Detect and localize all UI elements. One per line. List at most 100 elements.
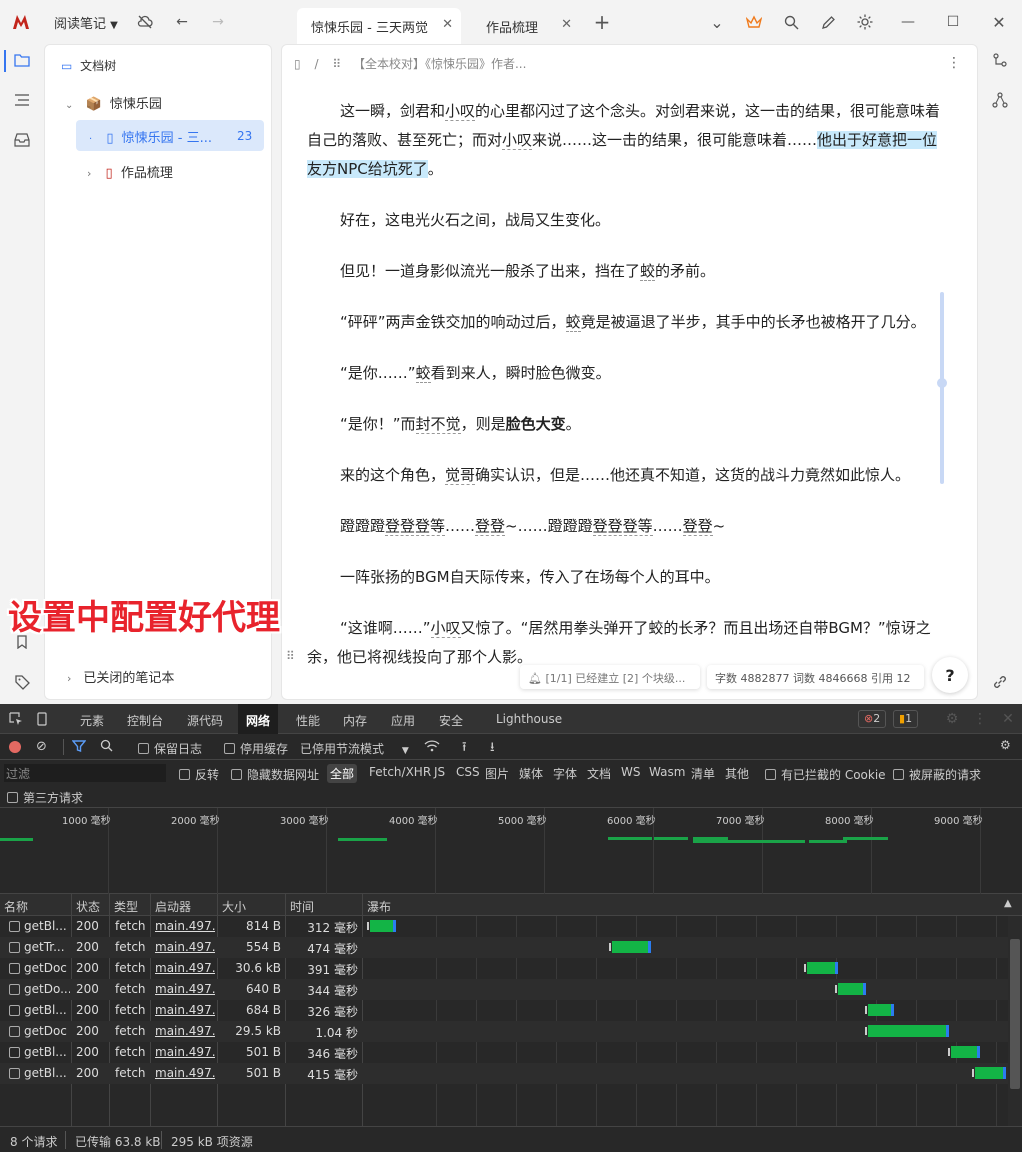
checkbox[interactable] [765, 769, 776, 780]
ref-mark[interactable]: 封不觉 [415, 415, 461, 434]
waterfall-bar[interactable] [838, 983, 866, 995]
notebook-root[interactable]: ⌄ 📦 惊悚乐园 [65, 93, 162, 112]
col-header-name[interactable]: 名称 [4, 898, 28, 915]
checkbox[interactable] [138, 743, 149, 754]
paragraph[interactable]: “是你……”蛟看到来人，瞬时脸色微变。 [307, 359, 952, 388]
ref-mark[interactable]: 登登登等 [385, 517, 446, 536]
maximize-icon[interactable]: ☐ [943, 12, 963, 32]
search-icon[interactable] [100, 739, 113, 755]
row-checkbox[interactable] [9, 942, 20, 953]
col-header-type[interactable]: 类型 [114, 898, 138, 915]
record-icon[interactable] [9, 741, 21, 753]
ref-mark[interactable]: 蛟 [415, 364, 431, 383]
editor-scrollbar[interactable] [940, 292, 944, 484]
more-menu-icon[interactable]: ⋮ [947, 55, 961, 71]
breadcrumb-doc-title[interactable]: 【全本校对】《惊悚乐园》作者... [353, 57, 526, 71]
help-button[interactable]: ? [932, 657, 968, 693]
row-checkbox[interactable] [9, 921, 20, 932]
tab-current-doc[interactable]: 惊悚乐园 - 三天两觉 ✕ [297, 8, 461, 44]
paragraph[interactable]: “是你！”而封不觉，则是脸色大变。 [307, 410, 952, 439]
table-row[interactable]: getDoc 200 fetch main.497... 30.6 kB 391 毫秒 [0, 958, 1008, 979]
type-filter-font[interactable]: 字体 [550, 764, 580, 783]
chevron-right-icon[interactable]: › [87, 167, 91, 180]
notebook-switcher[interactable]: 阅读笔记 ▼ [54, 13, 118, 32]
row-checkbox[interactable] [9, 1047, 20, 1058]
type-filter-ws[interactable]: WS [618, 764, 643, 780]
ref-mark[interactable]: 小叹 [445, 102, 476, 121]
type-filter-css[interactable]: CSS [453, 764, 483, 780]
paragraph[interactable]: 一阵张扬的BGM自天际传来，传入了在场每个人的耳中。 [307, 563, 952, 592]
row-checkbox[interactable] [9, 984, 20, 995]
doc-icon[interactable]: ▯ [294, 57, 301, 71]
preserve-log-checkbox[interactable]: 保留日志 [138, 740, 202, 757]
tag-icon[interactable] [12, 672, 32, 692]
tab-list-chevron-icon[interactable]: ⌄ [707, 12, 727, 32]
export-har-icon[interactable]: ⭳ [490, 738, 495, 760]
filter-funnel-icon[interactable] [71, 739, 87, 756]
cloud-off-icon[interactable] [135, 12, 155, 32]
type-filter-fetch-xhr[interactable]: Fetch/XHR [366, 764, 434, 780]
ref-mark[interactable]: 蛟 [640, 262, 656, 281]
import-har-icon[interactable]: ⭱ [462, 738, 467, 760]
editor-scroll-handle[interactable] [937, 378, 947, 388]
cell-initiator[interactable]: main.497... [155, 1045, 215, 1059]
waterfall-bar[interactable] [370, 920, 396, 932]
table-row[interactable]: getDoc 200 fetch main.497... 29.5 kB 1.04 秒 [0, 1021, 1008, 1042]
network-settings-gear-icon[interactable]: ⚙ [1000, 738, 1011, 752]
type-filter-manifest[interactable]: 清单 [688, 764, 718, 783]
blocked-requests-checkbox[interactable]: 被屏蔽的请求 [893, 766, 981, 783]
app-logo-icon[interactable] [12, 14, 30, 30]
devtools-tab-security[interactable]: 安全 [439, 712, 463, 729]
doc-content[interactable]: 这一瞬，剑君和小叹的心里都闪过了这个念头。对剑君来说，这一击的结果，很可能意味着… [307, 97, 952, 694]
doc-tree-item-current[interactable]: · ▯ 惊悚乐园 - 三... [89, 127, 212, 146]
devtools-tab-sources[interactable]: 源代码 [187, 712, 223, 729]
paragraph[interactable]: “砰砰”两声金铁交加的响动过后，蛟竟是被逼退了半步，其手中的长矛也被格开了几分。 [307, 308, 952, 337]
clear-icon[interactable]: ⊘ [36, 739, 47, 754]
graph-icon[interactable] [990, 90, 1010, 110]
waterfall-bar[interactable] [612, 941, 651, 953]
waterfall-bar[interactable] [868, 1025, 949, 1037]
link-icon[interactable] [990, 672, 1010, 692]
cell-name[interactable]: getTr... [24, 940, 70, 954]
throttle-select[interactable]: 已停用节流模式 ▼ [300, 740, 409, 757]
col-header-waterfall[interactable]: 瀑布 [367, 898, 391, 915]
paragraph[interactable]: 好在，这电光火石之间，战局又生变化。 [307, 206, 952, 235]
cell-initiator[interactable]: main.497... [155, 1024, 215, 1038]
type-filter-media[interactable]: 媒体 [516, 764, 546, 783]
drag-handle-icon[interactable]: ⠿ [286, 649, 295, 663]
waterfall-bar[interactable] [868, 1004, 894, 1016]
network-overview-timeline[interactable]: 1000 毫秒 2000 毫秒 3000 毫秒 4000 毫秒 5000 毫秒 6000 … [0, 808, 1022, 894]
devtools-tab-elements[interactable]: 元素 [80, 712, 104, 729]
drag-handle-icon[interactable]: ⠿ [332, 57, 341, 71]
row-checkbox[interactable] [9, 1026, 20, 1037]
ref-mark[interactable]: 小叹 [430, 619, 461, 638]
checkbox[interactable] [231, 769, 242, 780]
type-filter-all[interactable]: 全部 [327, 764, 358, 783]
type-filter-wasm[interactable]: Wasm [646, 764, 688, 780]
inbox-icon[interactable] [12, 130, 32, 150]
close-devtools-icon[interactable]: ✕ [998, 709, 1018, 729]
cell-name[interactable]: getDoc [24, 1024, 70, 1038]
row-checkbox[interactable] [9, 1068, 20, 1079]
ref-mark[interactable]: 觉哥 [445, 466, 476, 485]
error-count-badge[interactable]: ⊗2 [858, 710, 887, 728]
devtools-tab-network[interactable]: 网络 [238, 704, 279, 734]
waterfall-bar[interactable] [951, 1046, 980, 1058]
tab-works[interactable]: 作品梳理 ✕ [472, 8, 580, 44]
col-header-size[interactable]: 大小 [222, 898, 246, 915]
close-tab-icon[interactable]: ✕ [561, 17, 572, 32]
devtools-tab-memory[interactable]: 内存 [343, 712, 367, 729]
blocked-cookies-checkbox[interactable]: 有已拦截的 Cookie [765, 766, 886, 783]
cell-initiator[interactable]: main.497... [155, 1066, 215, 1080]
checkbox[interactable] [893, 769, 904, 780]
backlinks-icon[interactable] [990, 50, 1010, 70]
cell-name[interactable]: getBl... [24, 1066, 70, 1080]
invert-checkbox[interactable]: 反转 [179, 766, 219, 783]
ref-mark[interactable]: 登登 [682, 517, 713, 536]
cell-initiator[interactable]: main.497... [155, 982, 215, 996]
checkbox[interactable] [224, 743, 235, 754]
cell-initiator[interactable]: main.497... [155, 919, 215, 933]
file-tree-icon[interactable] [12, 50, 32, 70]
settings-gear-icon[interactable]: ⚙ [942, 709, 962, 729]
type-filter-js[interactable]: JS [431, 764, 448, 780]
